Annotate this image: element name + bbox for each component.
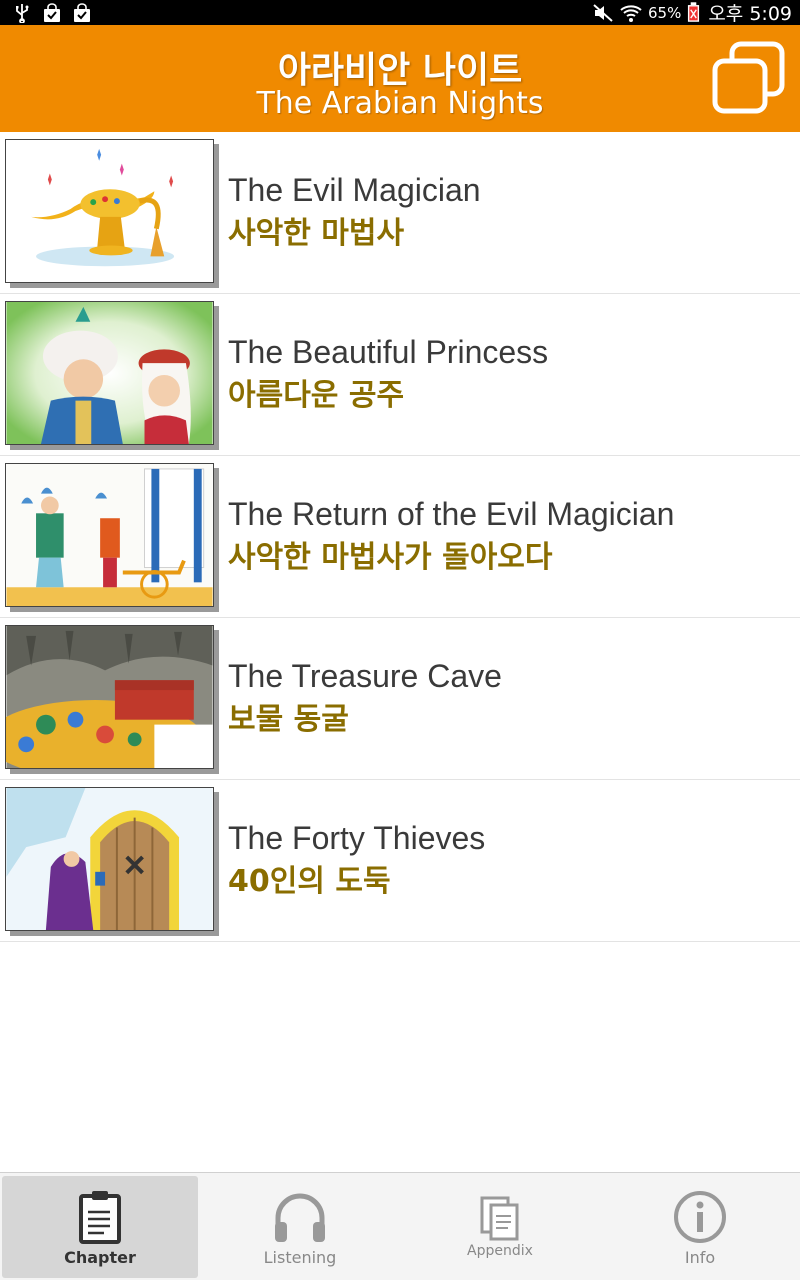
chapter-title-korean: 아름다운 공주: [228, 378, 405, 413]
clipboard-icon: [79, 1191, 121, 1244]
chapter-title-english: The Evil Magician: [228, 172, 481, 208]
documents-icon: [480, 1196, 519, 1241]
chapter-title-korean: 40인의 도둑: [228, 864, 391, 899]
tab-info[interactable]: Info: [602, 1176, 798, 1278]
chapter-title-english: The Treasure Cave: [228, 658, 502, 694]
chapter-row[interactable]: The Evil Magician 사악한 마법사: [0, 132, 800, 294]
magic-lamp-illustration: [6, 140, 213, 282]
chapter-row[interactable]: The Treasure Cave 보물 동굴: [0, 618, 800, 780]
overlapping-windows-icon[interactable]: [712, 41, 786, 115]
chapter-title-korean: 사악한 마법사: [228, 216, 405, 251]
tab-listening-label: Listening: [263, 1248, 337, 1267]
headphones-icon: [275, 1193, 325, 1242]
chapter-row[interactable]: The Forty Thieves 40인의 도둑: [0, 780, 800, 942]
tab-appendix-label: Appendix: [467, 1243, 533, 1259]
clock: 오후 5:09: [708, 3, 792, 25]
tab-appendix[interactable]: Appendix: [402, 1176, 598, 1278]
usb-icon: [16, 4, 29, 23]
prince-princess-illustration: [6, 302, 213, 444]
tab-chapter-label: Chapter: [64, 1248, 136, 1267]
status-bar: 65% 오후 5:09: [0, 0, 800, 25]
shopping-bag-check-icon-2: [74, 3, 90, 22]
chapter-thumbnail: [5, 625, 214, 769]
bottom-navigation: Chapter Listening Appendix Info: [0, 1172, 800, 1280]
chapter-row[interactable]: The Return of the Evil Magician 사악한 마법사가…: [0, 456, 800, 618]
shopping-bag-check-icon: [44, 3, 60, 22]
tab-chapter[interactable]: Chapter: [2, 1176, 198, 1278]
chapter-row[interactable]: The Beautiful Princess 아름다운 공주: [0, 294, 800, 456]
chapter-title-korean: 보물 동굴: [228, 702, 349, 737]
mute-icon: [593, 3, 613, 22]
tab-info-label: Info: [684, 1248, 716, 1267]
battery-percent: 65%: [647, 3, 682, 22]
chapter-list: The Evil Magician 사악한 마법사 The Beautiful …: [0, 132, 800, 942]
chapter-thumbnail: [5, 787, 214, 931]
chapter-title-english: The Return of the Evil Magician: [228, 496, 675, 532]
notification-icons: [12, 3, 92, 23]
chapter-thumbnail: [5, 139, 214, 283]
wifi-icon: [620, 4, 642, 22]
chapter-thumbnail: [5, 301, 214, 445]
chapter-title-english: The Forty Thieves: [228, 820, 486, 856]
palace-return-illustration: [6, 464, 213, 606]
treasure-cave-illustration: [6, 626, 213, 768]
chapter-title-english: The Beautiful Princess: [228, 334, 549, 370]
app-header: 아라비안 나이트 The Arabian Nights: [0, 25, 800, 132]
forty-thieves-door-illustration: [6, 788, 213, 930]
info-icon: [674, 1191, 726, 1243]
title-english: The Arabian Nights: [256, 86, 544, 121]
chapter-title-korean: 사악한 마법사가 돌아오다: [228, 540, 553, 575]
battery-icon: [688, 2, 700, 22]
tab-listening[interactable]: Listening: [202, 1176, 398, 1278]
chapter-thumbnail: [5, 463, 214, 607]
